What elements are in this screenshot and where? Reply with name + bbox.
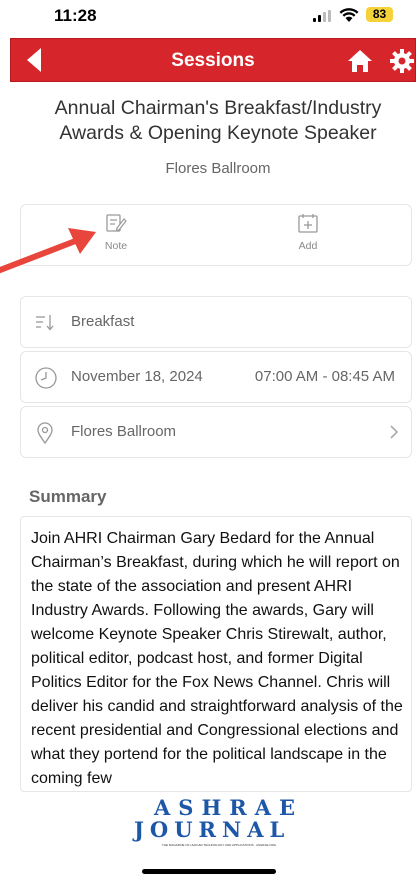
summary-heading: Summary (29, 487, 107, 506)
session-title-line-1: Annual Chairman's Breakfast/Industry (54, 97, 382, 119)
session-date: November 18, 2024 (71, 368, 203, 385)
calendar-add-icon (298, 214, 318, 233)
wifi-icon (339, 8, 359, 22)
app-header: Sessions (10, 38, 416, 82)
home-icon[interactable] (346, 47, 374, 75)
annotation-arrow-icon (0, 228, 96, 274)
gear-icon[interactable] (389, 48, 415, 74)
battery-indicator: 83 (366, 7, 393, 22)
location-pin-icon (37, 422, 53, 445)
location-text: Flores Ballroom (71, 423, 177, 440)
home-indicator[interactable] (142, 869, 276, 874)
session-title-line-2: Awards & Opening Keynote Speaker (59, 122, 377, 144)
add-label: Add (298, 240, 318, 252)
add-button[interactable]: Add (278, 213, 338, 252)
status-time: 11:28 (54, 6, 97, 25)
session-room: Flores Ballroom (165, 160, 271, 177)
location-row[interactable]: Flores Ballroom (20, 406, 412, 458)
summary-text: Join AHRI Chairman Gary Bedard for the A… (31, 530, 403, 787)
session-time: 07:00 AM - 08:45 AM (254, 368, 395, 385)
clock-icon (35, 367, 57, 389)
session-title: Annual Chairman's Breakfast/Industry Awa… (20, 96, 416, 146)
chevron-right-icon (390, 425, 399, 439)
cellular-signal-icon (313, 10, 333, 22)
category-text: Breakfast (71, 313, 135, 330)
status-bar: 11:28 83 (0, 0, 416, 34)
datetime-row: November 18, 2024 07:00 AM - 08:45 AM (20, 351, 412, 403)
logo-line-2: JOURNAL (134, 817, 291, 842)
logo-tagline: THE MAGAZINE OF HVAC&R TECHNOLOGY AND AP… (162, 843, 277, 847)
ashrae-journal-logo: ASHRAE JOURNAL THE MAGAZINE OF HVAC&R TE… (132, 795, 295, 853)
category-row: Breakfast (20, 296, 412, 348)
sort-icon (36, 315, 54, 331)
summary-box[interactable]: Join AHRI Chairman Gary Bedard for the A… (20, 516, 412, 792)
